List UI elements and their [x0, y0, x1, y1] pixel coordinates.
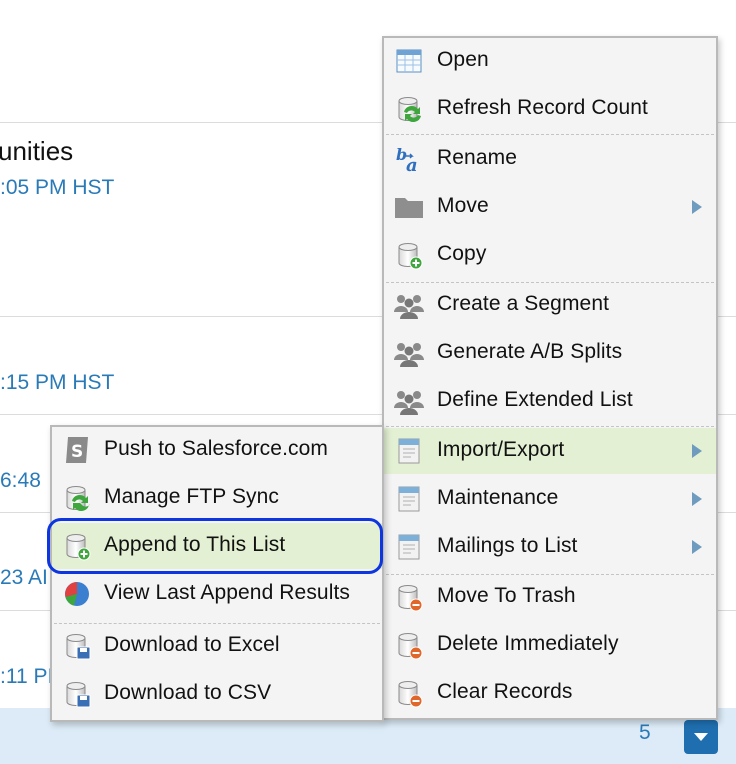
menu-item-push-to-salesforce[interactable]: S Push to Salesforce.com [52, 427, 382, 473]
menu-item-refresh-record-count[interactable]: Refresh Record Count [384, 86, 716, 132]
chevron-right-icon [692, 492, 702, 506]
menu-item-label: Append to This List [104, 533, 286, 556]
pie-chart-icon [62, 579, 92, 609]
menu-item-label: Download to CSV [104, 681, 272, 704]
page-dropdown-button[interactable] [684, 720, 718, 754]
menu-item-open[interactable]: Open [384, 38, 716, 84]
menu-item-label: Push to Salesforce.com [104, 437, 328, 460]
menu-item-label: Clear Records [437, 680, 573, 703]
rename-icon: ba [394, 144, 424, 174]
menu-item-label: Refresh Record Count [437, 96, 648, 119]
database-delete-icon [394, 678, 424, 708]
menu-item-view-last-append-results[interactable]: View Last Append Results [52, 571, 382, 617]
menu-item-label: Delete Immediately [437, 632, 619, 655]
salesforce-icon: S [62, 435, 92, 465]
menu-item-create-segment[interactable]: Create a Segment [384, 282, 716, 328]
chevron-right-icon [692, 444, 702, 458]
menu-item-label: Download to Excel [104, 633, 280, 656]
menu-item-label: Move To Trash [437, 584, 576, 607]
database-refresh-icon [394, 94, 424, 124]
menu-item-label: Rename [437, 146, 517, 169]
document-icon [394, 436, 424, 466]
table-icon [394, 46, 424, 76]
chevron-right-icon [692, 200, 702, 214]
menu-item-label: Generate A/B Splits [437, 340, 623, 363]
menu-item-download-to-csv[interactable]: Download to CSV [52, 671, 382, 717]
menu-item-manage-ftp-sync[interactable]: Manage FTP Sync [52, 475, 382, 521]
menu-item-define-extended-list[interactable]: Define Extended List [384, 378, 716, 424]
chevron-right-icon [692, 540, 702, 554]
people-icon [394, 290, 424, 320]
menu-item-label: Mailings to List [437, 534, 578, 557]
svg-text:S: S [71, 442, 83, 462]
database-add-icon [62, 531, 92, 561]
menu-item-move[interactable]: Move [384, 184, 716, 230]
menu-item-clear-records[interactable]: Clear Records [384, 670, 716, 716]
database-download-icon [62, 679, 92, 709]
menu-item-mailings-to-list[interactable]: Mailings to List [384, 524, 716, 570]
menu-item-generate-ab-splits[interactable]: Generate A/B Splits [384, 330, 716, 376]
row-timestamp: :15 PM HST [0, 371, 115, 394]
menu-item-label: Create a Segment [437, 292, 610, 315]
document-icon [394, 532, 424, 562]
menu-item-move-to-trash[interactable]: Move To Trash [384, 574, 716, 620]
menu-item-download-to-excel[interactable]: Download to Excel [52, 623, 382, 669]
list-title[interactable]: unities [0, 136, 73, 167]
menu-item-rename[interactable]: ba Rename [384, 136, 716, 182]
page-number[interactable]: 5 [639, 721, 651, 745]
database-delete-icon [394, 630, 424, 660]
import-export-submenu: S Push to Salesforce.com Manage FTP Sync… [50, 425, 384, 722]
context-menu: Open Refresh Record Count ba Rename Move… [382, 36, 718, 720]
database-delete-icon [394, 582, 424, 612]
menu-item-label: Define Extended List [437, 388, 633, 411]
document-icon [394, 484, 424, 514]
row-timestamp: 23 AI [0, 566, 48, 589]
menu-item-label: Manage FTP Sync [104, 485, 280, 508]
row-timestamp: :11 PI [0, 665, 54, 688]
menu-item-label: Import/Export [437, 438, 565, 461]
people-icon [394, 386, 424, 416]
people-icon [394, 338, 424, 368]
menu-item-label: View Last Append Results [104, 581, 351, 604]
row-timestamp: :05 PM HST [0, 176, 115, 199]
menu-item-append-to-this-list[interactable]: Append to This List [52, 523, 382, 569]
folder-icon [394, 192, 424, 222]
menu-item-delete-immediately[interactable]: Delete Immediately [384, 622, 716, 668]
menu-item-import-export[interactable]: Import/Export [384, 428, 716, 474]
menu-item-copy[interactable]: Copy [384, 232, 716, 278]
menu-item-label: Maintenance [437, 486, 559, 509]
database-download-icon [62, 631, 92, 661]
database-refresh-icon [62, 483, 92, 513]
menu-separator [386, 426, 714, 427]
database-add-icon [394, 240, 424, 270]
menu-item-label: Move [437, 194, 489, 217]
menu-separator [386, 134, 714, 135]
menu-item-label: Copy [437, 242, 487, 265]
menu-item-label: Open [437, 48, 489, 71]
menu-item-maintenance[interactable]: Maintenance [384, 476, 716, 522]
svg-text:a: a [406, 155, 418, 174]
row-timestamp: 6:48 [0, 469, 41, 492]
